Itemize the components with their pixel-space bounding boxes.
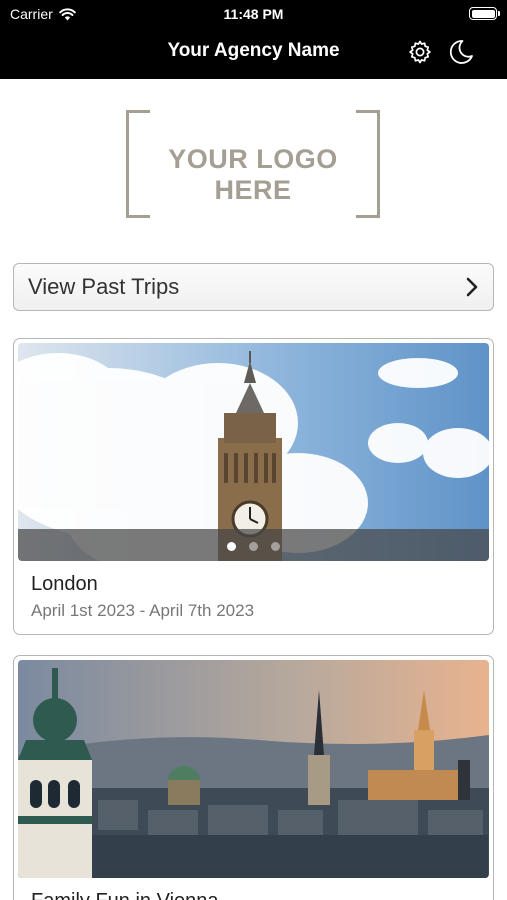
moon-icon[interactable] [447,38,475,66]
view-past-trips-button[interactable]: View Past Trips [13,263,494,311]
logo-text: YOUR LOGO HERE [168,144,338,205]
battery-icon [469,7,500,20]
carousel-dot[interactable] [249,542,258,551]
carousel-bar [18,529,489,561]
view-past-trips-label: View Past Trips [28,274,180,299]
trip-name: Family Fun in Vienna [31,890,219,900]
trip-card-vienna[interactable]: Family Fun in Vienna [13,655,494,900]
agency-logo: YOUR LOGO HERE [126,110,380,218]
trip-photo-london[interactable] [18,343,489,561]
trip-card-london[interactable]: London April 1st 2023 - April 7th 2023 [13,338,494,635]
top-bar: Carrier 11:48 PM Your Agency Name [0,0,507,79]
status-time: 11:48 PM [223,6,284,22]
gear-icon[interactable] [406,38,434,66]
chevron-right-icon [466,277,478,297]
trip-dates: April 1st 2023 - April 7th 2023 [31,601,255,620]
carousel-dots [18,542,489,551]
carousel-dot[interactable] [227,542,236,551]
vienna-image [18,660,489,878]
carousel-dot[interactable] [271,542,280,551]
status-bar: Carrier 11:48 PM [0,0,507,28]
trip-photo-vienna[interactable] [18,660,489,878]
trip-name: London [31,573,98,595]
